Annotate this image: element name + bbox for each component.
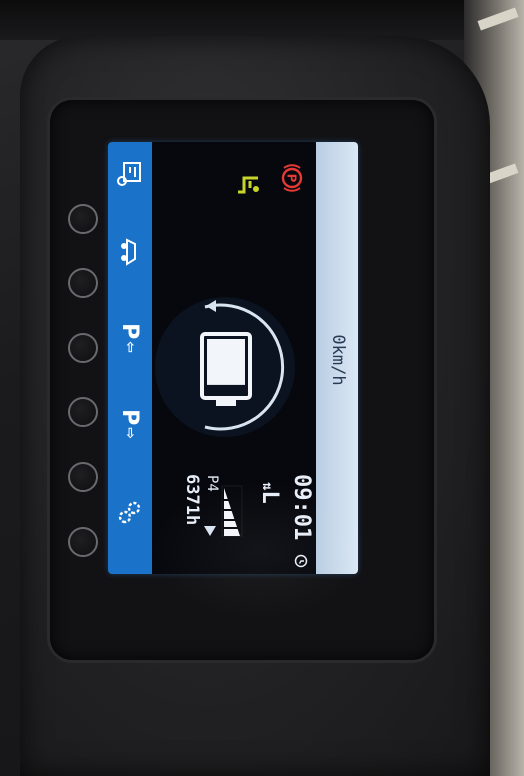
- lcd-screen: 0km/h P 09:01 ⇅L P4 6371h P ⇦ P ⇨: [108, 142, 358, 574]
- battery-level-fill: [207, 339, 245, 385]
- soft-button-4[interactable]: [68, 397, 98, 427]
- menu-bar: P ⇦ P ⇨: [108, 142, 152, 574]
- menu-settings[interactable]: [114, 488, 146, 536]
- soft-button-5[interactable]: [68, 462, 98, 492]
- soft-button-3[interactable]: [68, 333, 98, 363]
- park-brake-label: P: [285, 174, 299, 183]
- arrow-right-icon: ⇨: [122, 427, 138, 439]
- lift-mode-label: L: [257, 490, 282, 504]
- menu-profile-up[interactable]: P ⇨: [114, 400, 146, 448]
- speed-readout: 0km/h: [328, 334, 348, 386]
- speed-bar: 0km/h: [316, 142, 358, 574]
- gears-icon: [118, 501, 141, 524]
- soft-button-1[interactable]: [68, 204, 98, 234]
- menu-profile-down[interactable]: P ⇦: [114, 314, 146, 362]
- battery-gauge: [155, 297, 295, 437]
- truck-info-icon: [117, 162, 141, 186]
- turtle-arrow-icon: [204, 526, 216, 536]
- vehicle-icon: [121, 238, 136, 266]
- top-shadow: [0, 0, 524, 40]
- soft-button-6[interactable]: [68, 527, 98, 557]
- menu-diagnostics[interactable]: [114, 150, 146, 198]
- menu-vehicle[interactable]: [114, 228, 146, 276]
- park-brake-icon: P: [281, 164, 303, 192]
- lcd-content: 0km/h P 09:01 ⇅L P4 6371h P ⇦ P ⇨: [108, 142, 358, 574]
- lift-mode-readout: ⇅L: [257, 482, 282, 504]
- profile-down-label: P: [117, 323, 143, 340]
- clock-readout: 09:01: [289, 474, 314, 541]
- profile-up-label: P: [117, 409, 143, 426]
- forklift-dashboard-photo: 0km/h P 09:01 ⇅L P4 6371h P ⇦ P ⇨: [0, 0, 524, 776]
- arrow-left-icon: ⇦: [122, 341, 138, 353]
- profile-readout: P4: [204, 475, 220, 492]
- seat-icon: [238, 176, 259, 194]
- hour-meter-readout: 6371h: [182, 474, 202, 526]
- soft-button-2[interactable]: [68, 268, 98, 298]
- clock-icon: [294, 554, 308, 568]
